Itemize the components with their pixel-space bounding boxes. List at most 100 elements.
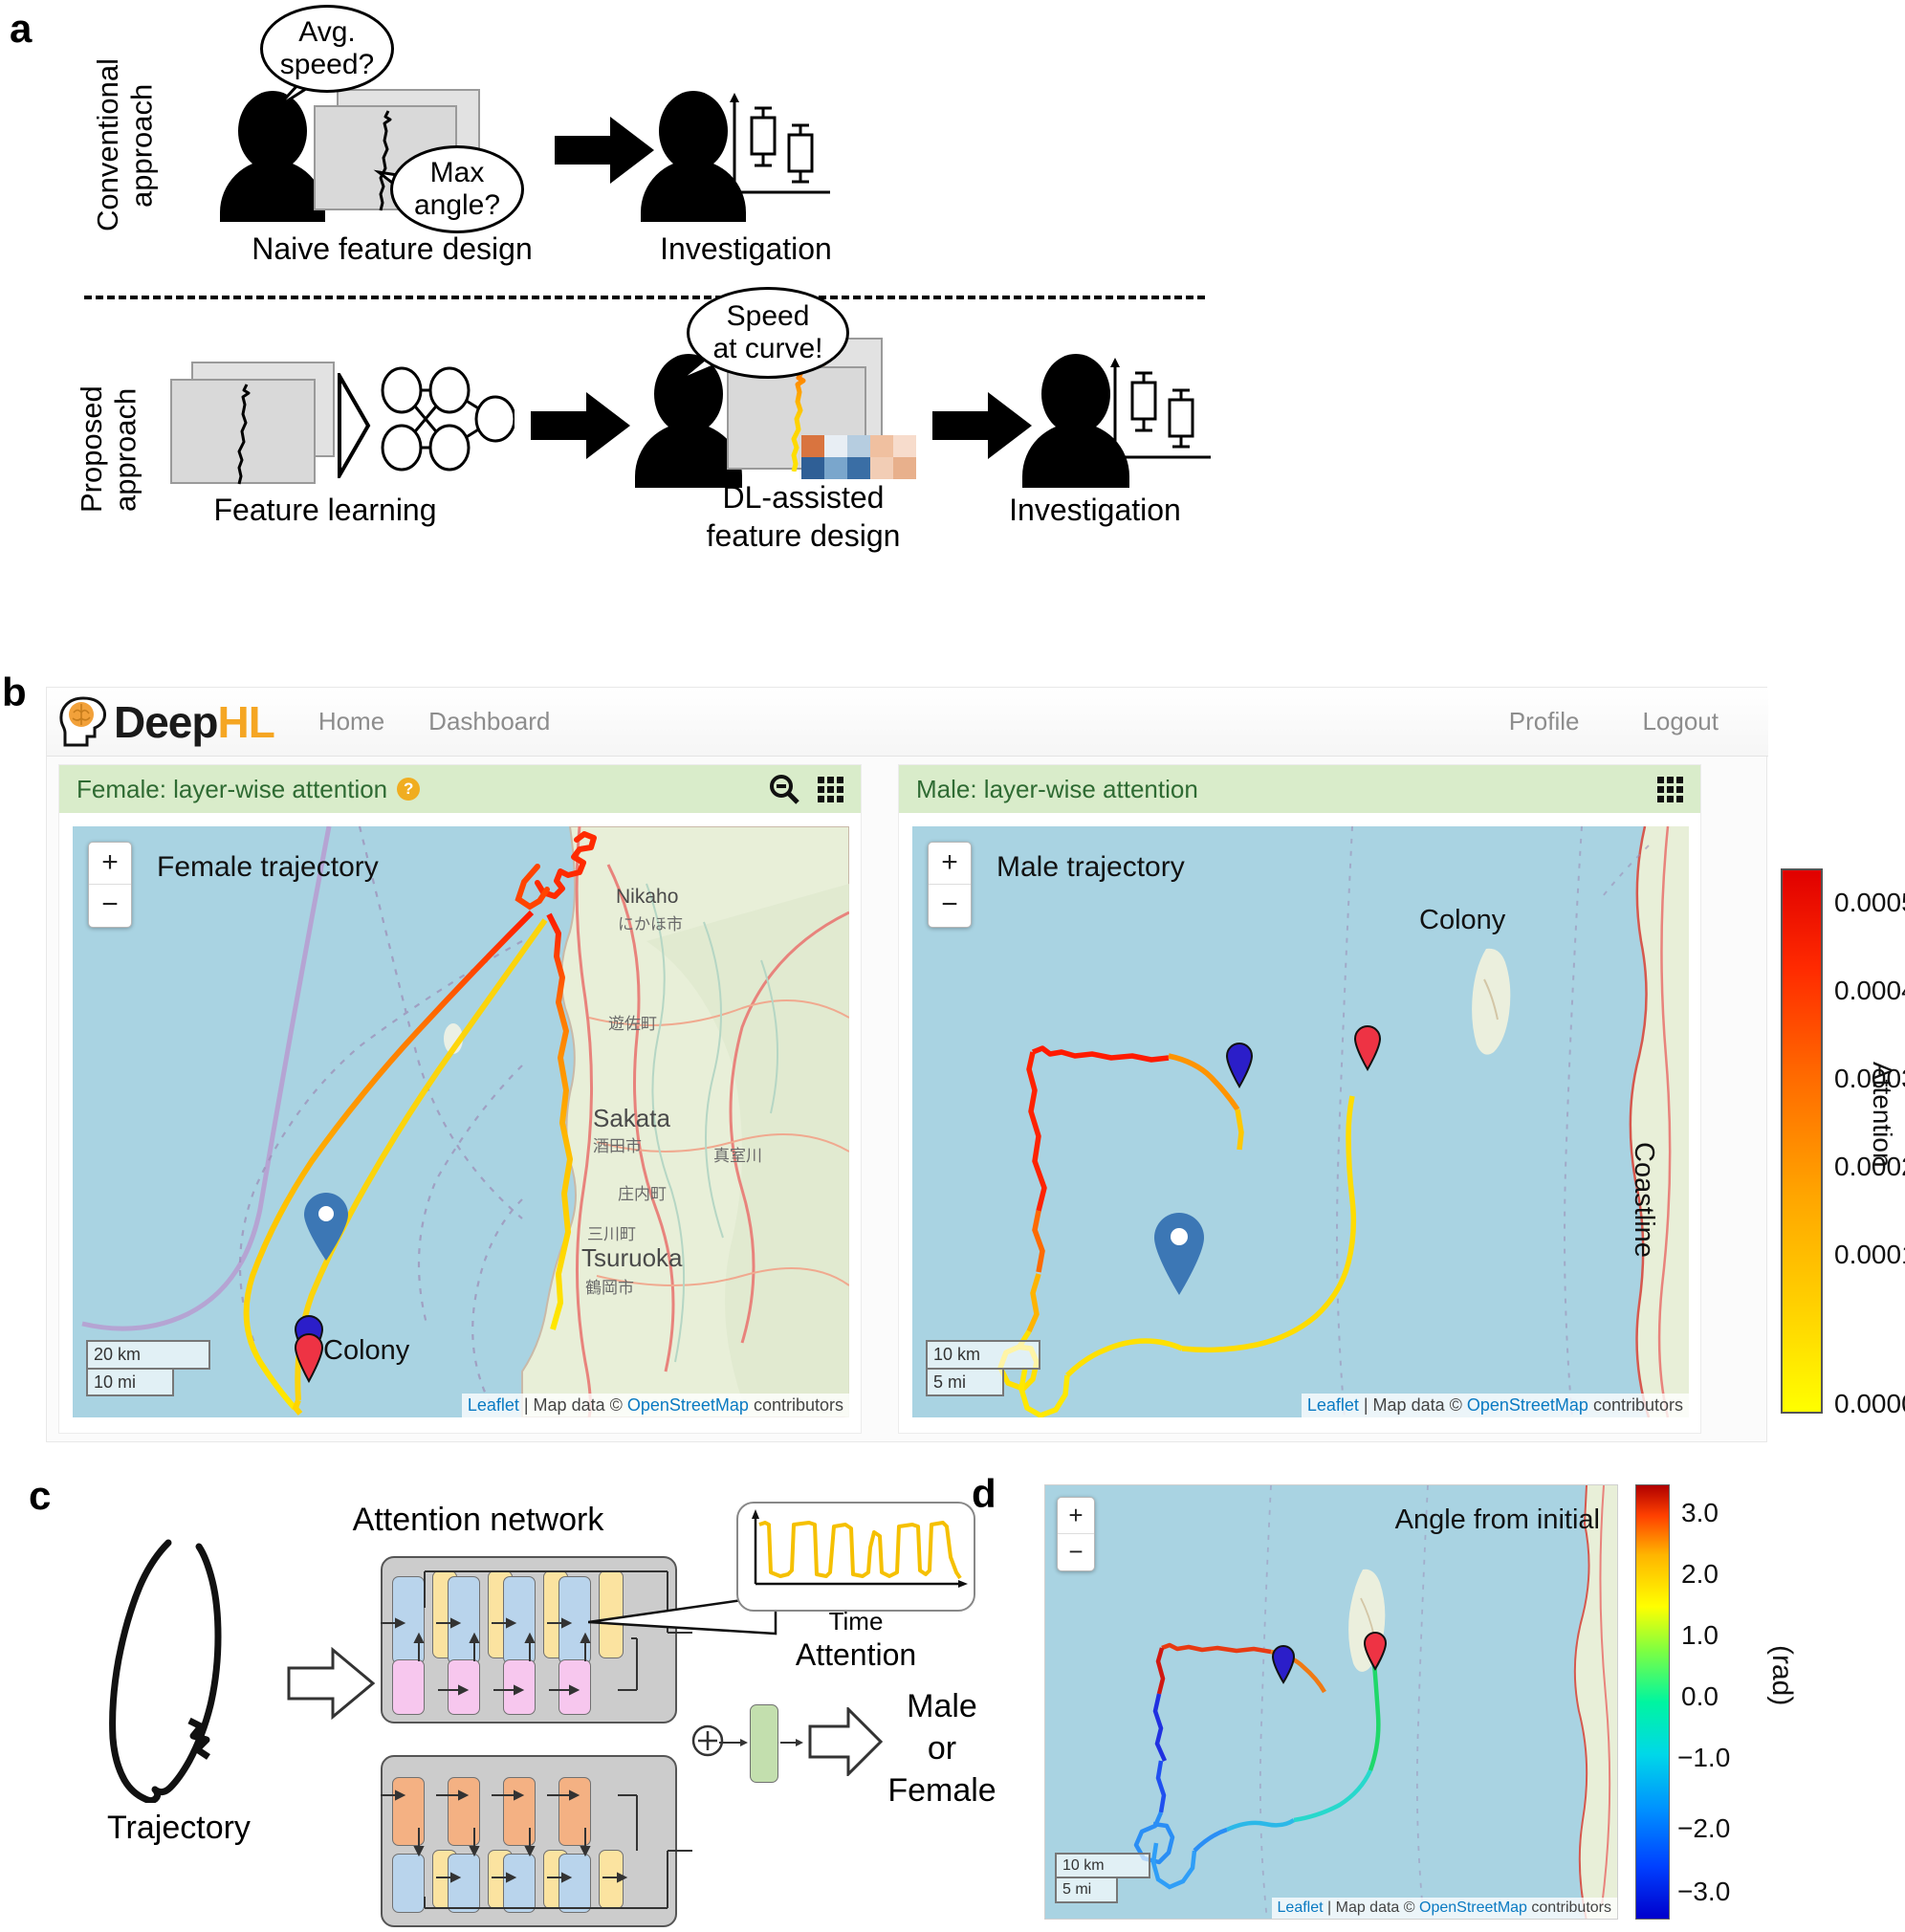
- scale-mi: 5 mi: [926, 1369, 1004, 1396]
- caption-dl-assisted: DL-assisted feature design: [706, 480, 901, 553]
- zoom-in-button[interactable]: +: [929, 843, 971, 885]
- attention-tick-4: 0.0001: [1834, 1240, 1905, 1269]
- female-trajectory-path: [243, 831, 597, 1416]
- zoom-out-icon[interactable]: [768, 773, 800, 805]
- help-icon[interactable]: ?: [397, 778, 421, 801]
- map-pin-red[interactable]: [1363, 1631, 1388, 1671]
- attention-timeseries-plot: [752, 1509, 968, 1588]
- female-colony-label: Colony: [323, 1335, 410, 1366]
- proposed-approach-label: Proposed approach: [75, 385, 142, 514]
- female-map-title: Female trajectory: [157, 851, 379, 883]
- panel-d-angle-map: + − Angle from initial 10 km 5 mi Leafle…: [966, 1463, 1905, 1931]
- speech-bubble-avg-speed: Avg. speed?: [260, 5, 394, 93]
- flow-arrow-2: [531, 392, 630, 459]
- female-card-header: Female: layer-wise attention ?: [59, 765, 861, 813]
- map-pin-navy[interactable]: [1271, 1644, 1296, 1684]
- map-pin-blue-large[interactable]: [1150, 1209, 1209, 1297]
- scale-mi: 10 mi: [86, 1369, 174, 1396]
- nav-logout[interactable]: Logout: [1642, 707, 1719, 736]
- body-icon: [220, 160, 325, 222]
- grid-icon[interactable]: [1657, 776, 1683, 802]
- zoom-out-button[interactable]: −: [1058, 1534, 1094, 1570]
- leaflet-link[interactable]: Leaflet: [468, 1395, 519, 1415]
- nav-profile[interactable]: Profile: [1509, 707, 1580, 736]
- angle-tick-0: 3.0: [1681, 1498, 1719, 1527]
- angle-map-scalebar: 10 km 5 mi: [1055, 1852, 1150, 1903]
- nav-dashboard[interactable]: Dashboard: [428, 707, 550, 736]
- caption-naive-feature-design: Naive feature design: [252, 231, 533, 266]
- panel-c-attention-network: Trajectory Attention network Male or Fem…: [0, 1463, 996, 1931]
- male-colony-label: Colony: [1419, 905, 1506, 935]
- leaflet-link[interactable]: Leaflet: [1278, 1899, 1324, 1916]
- male-attention-card: Male: layer-wise attention + − Male traj…: [898, 764, 1701, 1434]
- merge-wire: [719, 1739, 748, 1746]
- angle-map[interactable]: + − Angle from initial 10 km 5 mi Leafle…: [1044, 1484, 1618, 1920]
- output-arrow: [808, 1707, 883, 1776]
- feature-heatmap-icon: [801, 435, 916, 479]
- male-map-attribution: Leaflet | Map data © OpenStreetMap contr…: [1301, 1394, 1689, 1417]
- attention-network-title: Attention network: [352, 1502, 604, 1538]
- map-pin-red[interactable]: [1352, 1023, 1383, 1071]
- nav-home[interactable]: Home: [318, 707, 384, 736]
- panel-a-concept-diagram: a Conventional approach Avg. speed? Max an…: [0, 0, 1905, 670]
- input-arrow: [287, 1647, 375, 1720]
- speech-bubble-max-angle: Max angle?: [390, 145, 524, 233]
- osm-link[interactable]: OpenStreetMap: [1419, 1899, 1527, 1916]
- scale-km: 10 km: [1055, 1852, 1150, 1879]
- output-wire: [780, 1739, 803, 1746]
- angle-tick-2: 1.0: [1681, 1620, 1719, 1650]
- zoom-out-button[interactable]: −: [929, 885, 971, 927]
- conventional-approach-label: Conventional approach: [91, 58, 159, 232]
- funnel-icon: [338, 373, 371, 478]
- app-navbar: DeepHL Home Dashboard Profile Logout: [47, 688, 1768, 757]
- attention-inset-chart: [736, 1502, 975, 1612]
- scale-km: 20 km: [86, 1340, 210, 1370]
- female-map-attribution: Leaflet | Map data © OpenStreetMap contr…: [461, 1394, 849, 1417]
- attention-tick-0: 0.0005: [1834, 888, 1905, 917]
- map-pin-red-end[interactable]: [293, 1331, 325, 1383]
- zoom-in-button[interactable]: +: [89, 843, 131, 885]
- angle-map-title: Angle from initial: [1394, 1504, 1600, 1535]
- female-card-title: Female: layer-wise attention: [77, 774, 388, 803]
- attention-tick-1: 0.0004: [1834, 976, 1905, 1005]
- angle-map-zoom-control[interactable]: + −: [1057, 1497, 1095, 1571]
- osm-link[interactable]: OpenStreetMap: [627, 1395, 749, 1415]
- leaflet-link[interactable]: Leaflet: [1307, 1395, 1359, 1415]
- female-map-scalebar: 20 km 10 mi: [86, 1340, 210, 1396]
- map-pin-blue[interactable]: [300, 1190, 352, 1262]
- panel-b-deephl-app: DeepHL Home Dashboard Profile Logout Fem…: [46, 687, 1768, 1442]
- female-map-zoom-control[interactable]: + −: [88, 842, 132, 928]
- male-map-zoom-control[interactable]: + −: [928, 842, 972, 928]
- trajectory-sketch-2: [237, 384, 251, 485]
- row-separator: [84, 296, 1205, 299]
- grid-icon[interactable]: [818, 776, 843, 802]
- app-logo[interactable]: DeepHL: [55, 693, 275, 751]
- female-map[interactable]: + − Female trajectory Nikaho にかほ市 遊佐町 Sa…: [73, 826, 849, 1417]
- male-card-title: Male: layer-wise attention: [916, 774, 1198, 803]
- angle-tick-1: 2.0: [1681, 1559, 1719, 1589]
- osm-link[interactable]: OpenStreetMap: [1467, 1395, 1588, 1415]
- panel-letter-a: a: [10, 6, 33, 51]
- coastline-label: Coastline: [1629, 1142, 1659, 1258]
- angle-colorbar-title: (rad): [1766, 1645, 1798, 1706]
- female-attention-card: Female: layer-wise attention ? + − Femal…: [58, 764, 862, 1434]
- panel-letter-b: b: [2, 670, 27, 714]
- zoom-out-button[interactable]: −: [89, 885, 131, 927]
- angle-tick-4: −1.0: [1677, 1743, 1731, 1772]
- trajectory-slide-front-2: [170, 379, 316, 485]
- angle-tick-6: −3.0: [1677, 1877, 1731, 1906]
- speech-bubble-speed-at-curve: Speed at curve!: [687, 287, 849, 379]
- zoom-in-button[interactable]: +: [1058, 1498, 1094, 1534]
- male-map-title: Male trajectory: [996, 851, 1185, 883]
- trajectory-label: Trajectory: [107, 1810, 251, 1846]
- scale-km: 10 km: [926, 1340, 1040, 1370]
- map-pin-navy[interactable]: [1224, 1041, 1255, 1088]
- trajectory-drawing: [109, 1539, 222, 1803]
- attention-colorbar-title: Attention: [1868, 1062, 1897, 1168]
- male-map[interactable]: + − Male trajectory Colony Coastline 10 …: [912, 826, 1689, 1417]
- male-map-scalebar: 10 km 5 mi: [926, 1340, 1040, 1396]
- angle-tick-3: 0.0: [1681, 1681, 1719, 1711]
- angle-colorbar: [1635, 1484, 1670, 1920]
- caption-feature-learning: Feature learning: [213, 493, 437, 527]
- male-trajectory-path: [997, 1045, 1357, 1417]
